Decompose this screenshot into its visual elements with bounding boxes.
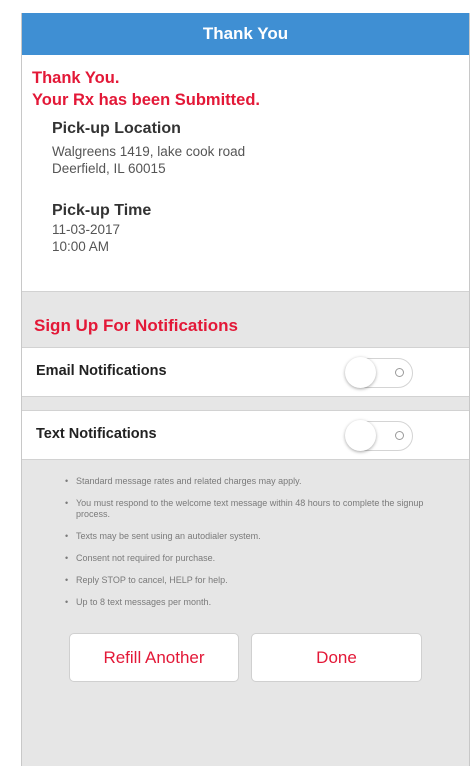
toggle-off-indicator-icon xyxy=(395,368,404,377)
pickup-time: 10:00 AM xyxy=(52,239,110,254)
email-notifications-toggle[interactable] xyxy=(345,357,413,388)
email-notifications-row: Email Notifications xyxy=(22,347,469,397)
done-button[interactable]: Done xyxy=(251,633,422,682)
nav-bar: Thank You xyxy=(22,13,469,55)
confirmation-line-1: Thank You. xyxy=(32,69,120,87)
confirmation-message: Thank You. Your Rx has been Submitted. xyxy=(32,67,260,111)
disclaimer-item: Standard message rates and related charg… xyxy=(62,476,458,487)
text-notifications-label: Text Notifications xyxy=(36,426,157,442)
pickup-address-line-1: Walgreens 1419, lake cook road xyxy=(52,144,246,159)
toggle-off-indicator-icon xyxy=(395,431,404,440)
app-screen: Thank You Thank You. Your Rx has been Su… xyxy=(21,13,470,766)
refill-another-button[interactable]: Refill Another xyxy=(69,633,239,682)
text-notifications-row: Text Notifications xyxy=(22,410,469,460)
text-notifications-toggle[interactable] xyxy=(345,420,413,451)
disclaimer-item: Texts may be sent using an autodialer sy… xyxy=(62,531,458,542)
toggle-knob xyxy=(345,357,376,388)
order-summary: Thank You. Your Rx has been Submitted. P… xyxy=(22,55,469,292)
email-notifications-label: Email Notifications xyxy=(36,363,167,379)
pickup-time-heading: Pick-up Time xyxy=(52,202,152,219)
disclaimer-list: Standard message rates and related charg… xyxy=(62,476,458,619)
pickup-date: 11-03-2017 xyxy=(52,222,121,237)
pickup-address-line-2: Deerfield, IL 60015 xyxy=(52,161,166,176)
confirmation-line-2: Your Rx has been Submitted. xyxy=(32,91,260,109)
notifications-heading: Sign Up For Notifications xyxy=(34,316,238,335)
disclaimer-item: Consent not required for purchase. xyxy=(62,553,458,564)
disclaimer-item: You must respond to the welcome text mes… xyxy=(62,498,458,520)
page-title: Thank You xyxy=(202,24,289,43)
disclaimer-item: Up to 8 text messages per month. xyxy=(62,597,458,608)
pickup-time-section: Pick-up Time 11-03-2017 10:00 AM xyxy=(52,201,151,255)
pickup-location-section: Pick-up Location Walgreens 1419, lake co… xyxy=(52,119,245,177)
toggle-knob xyxy=(345,420,376,451)
disclaimer-item: Reply STOP to cancel, HELP for help. xyxy=(62,575,458,586)
pickup-location-heading: Pick-up Location xyxy=(52,120,181,137)
